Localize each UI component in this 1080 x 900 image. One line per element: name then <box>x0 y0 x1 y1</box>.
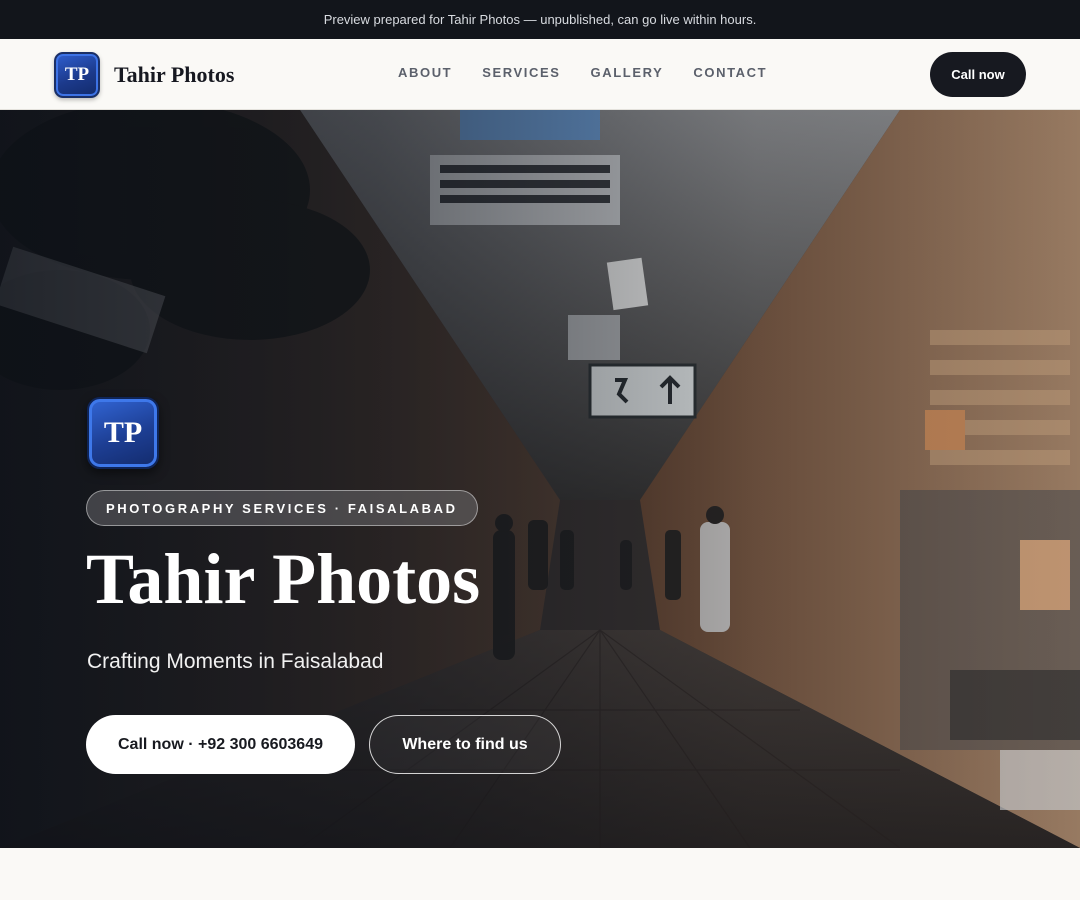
hero-section: TP PHOTOGRAPHY SERVICES · FAISALABAD Tah… <box>0 110 1080 848</box>
brand-logo[interactable]: TP <box>54 52 100 98</box>
hero-logo-text: TP <box>103 416 143 449</box>
header-call-button[interactable]: Call now <box>930 52 1026 97</box>
preview-banner: Preview prepared for Tahir Photos — unpu… <box>0 0 1080 39</box>
next-section <box>0 848 1080 900</box>
nav-link-contact[interactable]: CONTACT <box>691 65 769 80</box>
hero-tagline-badge: PHOTOGRAPHY SERVICES · FAISALABAD <box>86 490 478 526</box>
hero-tagline-text: PHOTOGRAPHY SERVICES · FAISALABAD <box>106 500 458 516</box>
hero-logo: TP <box>87 397 159 469</box>
brand-logo-text: TP <box>64 64 90 85</box>
nav-link-about[interactable]: ABOUT <box>396 65 454 80</box>
call-now-button[interactable]: Call now · +92 300 6603649 <box>86 715 355 774</box>
hero-subtitle: Crafting Moments in Faisalabad <box>87 650 384 673</box>
where-to-find-us-button[interactable]: Where to find us <box>369 715 561 774</box>
hero-title: Tahir Photos <box>86 539 481 619</box>
nav-link-gallery[interactable]: GALLERY <box>589 65 666 80</box>
brand-name[interactable]: Tahir Photos <box>114 62 234 88</box>
main-nav: ABOUT SERVICES GALLERY CONTACT <box>396 65 769 80</box>
nav-link-services[interactable]: SERVICES <box>480 65 562 80</box>
preview-banner-text: Preview prepared for Tahir Photos — unpu… <box>323 12 757 27</box>
site-header: TP Tahir Photos ABOUT SERVICES GALLERY C… <box>0 39 1080 110</box>
